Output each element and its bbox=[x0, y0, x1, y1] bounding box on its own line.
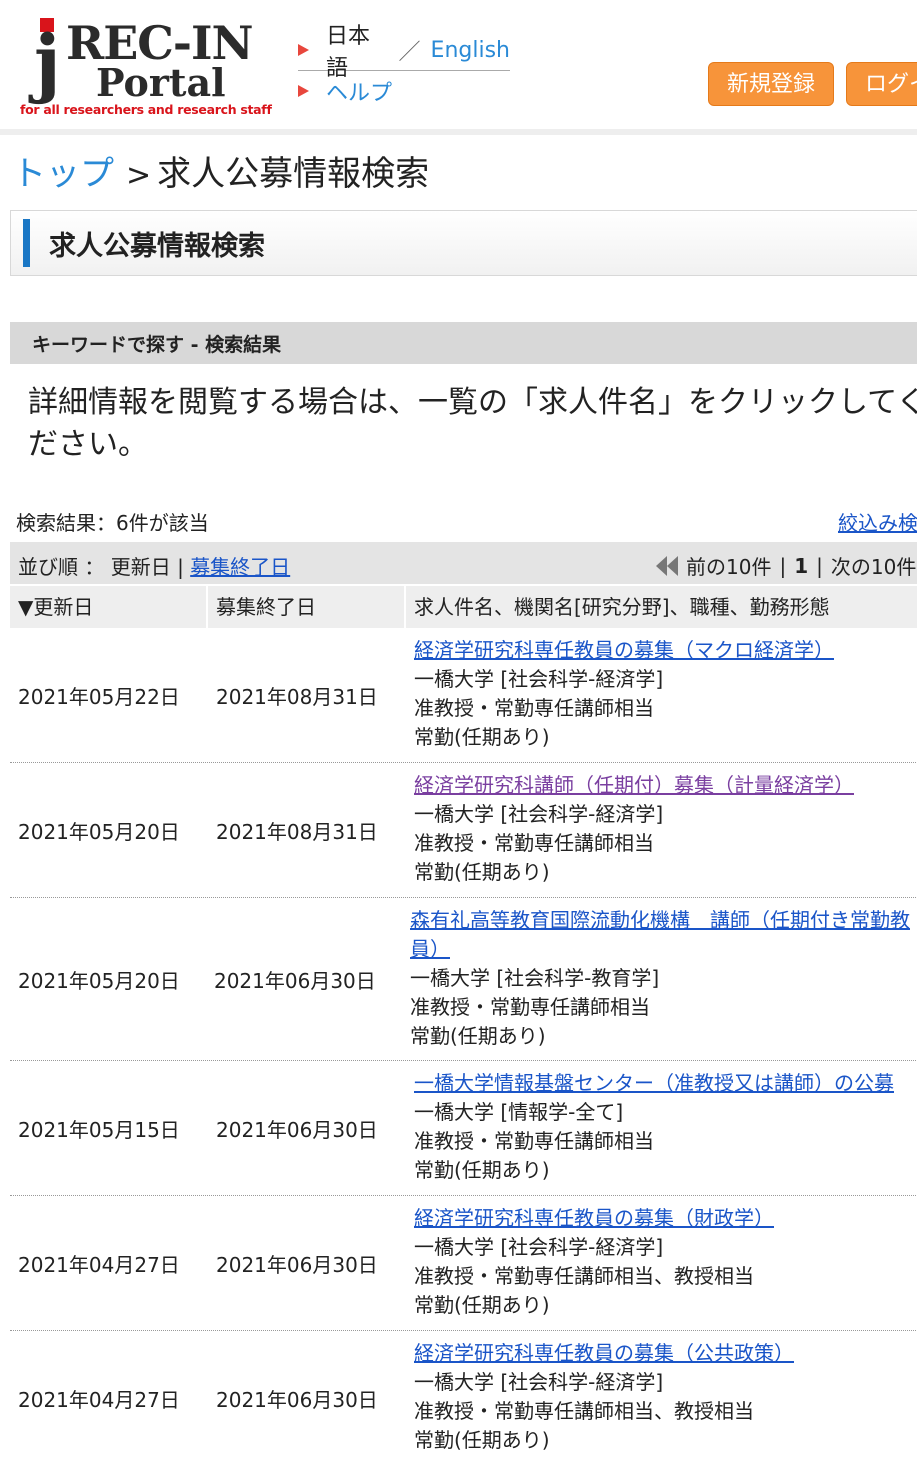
row-details: 経済学研究科講師（任期付）募集（計量経済学） 一橋大学 [社会科学-経済学] 准… bbox=[404, 763, 917, 897]
row-employment: 常勤(任期あり) bbox=[414, 1158, 550, 1182]
row-details: 経済学研究科専任教員の募集（マクロ経済学） 一橋大学 [社会科学-経済学] 准教… bbox=[404, 628, 917, 762]
row-position: 准教授・常勤専任講師相当 bbox=[414, 831, 654, 855]
row-organization: 一橋大学 [社会科学-経済学] bbox=[414, 1370, 664, 1394]
prev-arrow-icon bbox=[656, 555, 667, 576]
sort-by-deadline-link[interactable]: 募集終了日 bbox=[190, 555, 290, 579]
job-title-link[interactable]: 森有礼高等教育国際流動化機構 講師（任期付き常勤教員） bbox=[410, 906, 917, 964]
job-title-link[interactable]: 経済学研究科講師（任期付）募集（計量経済学） bbox=[414, 771, 917, 800]
jrec-in-logo[interactable]: j REC-IN Portal for all researchers and … bbox=[18, 18, 273, 123]
pagination-current: 1 bbox=[794, 553, 809, 578]
row-organization: 一橋大学 [社会科学-教育学] bbox=[410, 966, 660, 990]
breadcrumb-current: 求人公募情報検索 bbox=[157, 154, 430, 194]
job-title-link[interactable]: 経済学研究科専任教員の募集（マクロ経済学） bbox=[414, 636, 917, 665]
row-updated-date: 2021年04月27日 bbox=[18, 1387, 180, 1412]
page-title-box: 求人公募情報検索 bbox=[10, 210, 917, 276]
row-position: 准教授・常勤専任講師相当、教授相当 bbox=[414, 1264, 754, 1288]
results-table: ▼更新日 募集終了日 求人件名、機関名[研究分野]、職種、勤務形態 2021年0… bbox=[10, 586, 917, 1465]
row-deadline-date: 2021年08月31日 bbox=[216, 819, 378, 844]
result-count: 検索結果：6件が該当 bbox=[16, 507, 209, 536]
header-title: 求人件名、機関名[研究分野]、職種、勤務形態 bbox=[406, 586, 917, 628]
job-title-link[interactable]: 経済学研究科専任教員の募集（財政学） bbox=[414, 1204, 917, 1233]
instruction-text: 詳細情報を閲覧する場合は、一覧の「求人件名」をクリックしてください。 bbox=[28, 385, 917, 462]
pagination-sep-1: | bbox=[779, 553, 787, 578]
row-details: 森有礼高等教育国際流動化機構 講師（任期付き常勤教員） 一橋大学 [社会科学-教… bbox=[400, 898, 917, 1060]
sort-separator: | bbox=[177, 555, 184, 579]
table-row: 2021年05月15日 2021年06月30日 一橋大学情報基盤センター（准教授… bbox=[10, 1061, 917, 1196]
pagination-prev: 前の10件 bbox=[686, 555, 772, 579]
row-updated-date: 2021年04月27日 bbox=[18, 1252, 180, 1277]
lang-separator: ／ bbox=[398, 40, 421, 65]
logo-j-letter: j bbox=[34, 20, 61, 106]
breadcrumb-top-link[interactable]: トップ bbox=[12, 154, 114, 194]
sort-by-updated: 更新日 bbox=[110, 555, 171, 579]
row-deadline-date: 2021年06月30日 bbox=[216, 1252, 378, 1277]
sort-label: 並び順 ： bbox=[18, 555, 111, 579]
row-organization: 一橋大学 [情報学-全て] bbox=[414, 1100, 624, 1124]
breadcrumb-separator: > bbox=[126, 158, 152, 193]
header-nav: 日本語 ／ English ヘルプ bbox=[298, 24, 510, 111]
row-organization: 一橋大学 [社会科学-経済学] bbox=[414, 802, 664, 826]
login-button[interactable]: ログイン bbox=[846, 62, 917, 106]
page-title: 求人公募情報検索 bbox=[49, 231, 265, 262]
job-title-link[interactable]: 経済学研究科専任教員の募集（公共政策） bbox=[414, 1339, 917, 1368]
sort-bar: 並び順 ： 更新日 | 募集終了日 前の10件 | 1 | 次の10件 bbox=[10, 542, 917, 584]
triangle-bullet-icon bbox=[298, 85, 309, 97]
section-title: キーワードで探す - 検索結果 bbox=[32, 334, 282, 356]
pagination: 前の10件 | 1 | 次の10件 bbox=[656, 551, 916, 580]
row-position: 准教授・常勤専任講師相当 bbox=[414, 1129, 654, 1153]
row-details: 一橋大学情報基盤センター（准教授又は講師）の公募 一橋大学 [情報学-全て] 准… bbox=[404, 1061, 917, 1195]
row-position: 准教授・常勤専任講師相当 bbox=[414, 696, 654, 720]
table-row: 2021年04月27日 2021年06月30日 経済学研究科専任教員の募集（公共… bbox=[10, 1331, 917, 1465]
row-position: 准教授・常勤専任講師相当、教授相当 bbox=[414, 1399, 754, 1423]
row-employment: 常勤(任期あり) bbox=[414, 860, 550, 884]
help-link[interactable]: ヘルプ bbox=[326, 75, 392, 107]
lang-english-link[interactable]: English bbox=[431, 38, 510, 63]
row-deadline-date: 2021年06月30日 bbox=[216, 1117, 378, 1142]
row-details: 経済学研究科専任教員の募集（財政学） 一橋大学 [社会科学-経済学] 准教授・常… bbox=[404, 1196, 917, 1330]
row-employment: 常勤(任期あり) bbox=[414, 725, 550, 749]
row-organization: 一橋大学 [社会科学-経済学] bbox=[414, 667, 664, 691]
section-header: キーワードで探す - 検索結果 bbox=[10, 322, 917, 364]
table-row: 2021年05月20日 2021年06月30日 森有礼高等教育国際流動化機構 講… bbox=[10, 898, 917, 1061]
register-button[interactable]: 新規登録 bbox=[708, 62, 835, 106]
table-header: ▼更新日 募集終了日 求人件名、機関名[研究分野]、職種、勤務形態 bbox=[10, 586, 917, 628]
help-row: ヘルプ bbox=[298, 71, 510, 111]
row-position: 准教授・常勤専任講師相当 bbox=[410, 995, 650, 1019]
prev-arrow-icon-2 bbox=[667, 555, 678, 576]
triangle-bullet-icon bbox=[298, 44, 309, 56]
table-row: 2021年04月27日 2021年06月30日 経済学研究科専任教員の募集（財政… bbox=[10, 1196, 917, 1331]
title-accent-bar bbox=[23, 219, 30, 267]
table-row: 2021年05月20日 2021年08月31日 経済学研究科講師（任期付）募集（… bbox=[10, 763, 917, 898]
row-deadline-date: 2021年06月30日 bbox=[216, 1387, 378, 1412]
header-updated[interactable]: ▼更新日 bbox=[10, 586, 206, 628]
row-updated-date: 2021年05月22日 bbox=[18, 684, 180, 709]
row-updated-date: 2021年05月20日 bbox=[18, 819, 180, 844]
row-employment: 常勤(任期あり) bbox=[414, 1428, 550, 1452]
lang-japanese: 日本語 bbox=[326, 24, 371, 81]
result-count-value: 6件が該当 bbox=[116, 511, 209, 535]
header-deadline: 募集終了日 bbox=[208, 586, 404, 628]
pagination-sep-2: | bbox=[816, 553, 823, 578]
breadcrumb: トップ > 求人公募情報検索 bbox=[12, 150, 429, 200]
logo-portal: Portal bbox=[96, 60, 226, 105]
table-row: 2021年05月22日 2021年08月31日 経済学研究科専任教員の募集（マク… bbox=[10, 628, 917, 763]
row-deadline-date: 2021年06月30日 bbox=[213, 968, 376, 993]
job-title-link[interactable]: 一橋大学情報基盤センター（准教授又は講師）の公募 bbox=[414, 1069, 917, 1098]
row-updated-date: 2021年05月20日 bbox=[18, 968, 180, 993]
row-details: 経済学研究科専任教員の募集（公共政策） 一橋大学 [社会科学-経済学] 准教授・… bbox=[404, 1331, 917, 1465]
filter-search-link[interactable]: 絞込み検索 bbox=[838, 507, 917, 536]
sort-controls: 並び順 ： 更新日 | 募集終了日 bbox=[18, 551, 290, 580]
logo-tagline: for all researchers and research staff bbox=[20, 102, 272, 117]
pagination-next: 次の10件 bbox=[830, 555, 917, 579]
result-count-label: 検索結果： bbox=[16, 511, 116, 535]
row-updated-date: 2021年05月15日 bbox=[18, 1117, 180, 1142]
row-deadline-date: 2021年08月31日 bbox=[216, 684, 378, 709]
row-employment: 常勤(任期あり) bbox=[414, 1293, 550, 1317]
row-employment: 常勤(任期あり) bbox=[410, 1024, 546, 1048]
site-header: j REC-IN Portal for all researchers and … bbox=[0, 0, 917, 135]
row-organization: 一橋大学 [社会科学-経済学] bbox=[414, 1235, 664, 1259]
language-switcher: 日本語 ／ English bbox=[298, 24, 510, 81]
